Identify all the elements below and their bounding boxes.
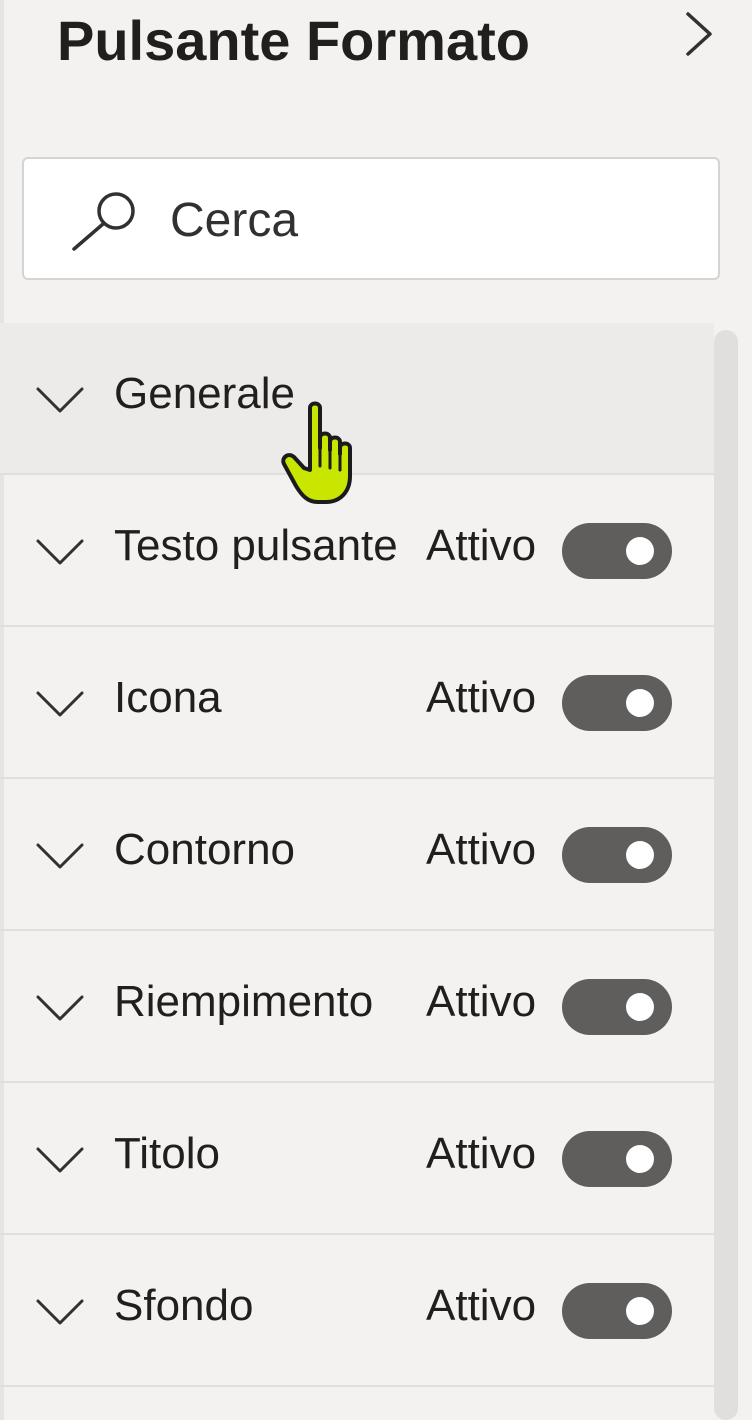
chevron-down-icon[interactable]: [34, 991, 86, 1025]
section-riempimento[interactable]: Riempimento Attivo: [0, 931, 714, 1083]
chevron-down-icon[interactable]: [34, 1295, 86, 1329]
toggle-state-label: Attivo: [426, 977, 537, 1026]
section-generale[interactable]: Generale: [0, 323, 714, 475]
toggle-knob: [626, 537, 654, 565]
toggle-switch[interactable]: [562, 979, 672, 1035]
chevron-down-icon[interactable]: [34, 839, 86, 873]
chevron-down-icon[interactable]: [34, 535, 86, 569]
pane-title: Pulsante Formato: [57, 9, 530, 72]
toggle-state-label: Attivo: [426, 673, 537, 722]
section-sfondo[interactable]: Sfondo Attivo: [0, 1235, 714, 1387]
toggle-switch[interactable]: [562, 827, 672, 883]
section-titolo[interactable]: Titolo Attivo: [0, 1083, 714, 1235]
format-pane: Pulsante Formato Generale Testo: [0, 0, 752, 1420]
chevron-down-icon[interactable]: [34, 383, 86, 417]
section-label: Sfondo: [114, 1281, 254, 1330]
toggle-knob: [626, 1145, 654, 1173]
section-label: Titolo: [114, 1129, 220, 1178]
toggle-knob: [626, 993, 654, 1021]
format-sections-list: Generale Testo pulsante Attivo Icona Att…: [0, 323, 714, 1420]
toggle-knob: [626, 841, 654, 869]
chevron-right-icon[interactable]: [680, 10, 724, 58]
section-label: Generale: [114, 369, 296, 418]
section-icona[interactable]: Icona Attivo: [0, 627, 714, 779]
pane-header: Pulsante Formato: [0, 0, 752, 100]
toggle-state-label: Attivo: [426, 1129, 537, 1178]
toggle-switch[interactable]: [562, 675, 672, 731]
toggle-state-label: Attivo: [426, 1281, 537, 1330]
toggle-state-label: Attivo: [426, 825, 537, 874]
section-label: Contorno: [114, 825, 296, 874]
toggle-switch[interactable]: [562, 1131, 672, 1187]
search-box[interactable]: [22, 157, 720, 280]
search-input[interactable]: [170, 185, 690, 255]
search-icon: [70, 189, 140, 253]
toggle-state-label: Attivo: [426, 521, 537, 570]
toggle-switch[interactable]: [562, 523, 672, 579]
section-label: Riempimento: [114, 977, 374, 1026]
section-contorno[interactable]: Contorno Attivo: [0, 779, 714, 931]
scrollbar-thumb[interactable]: [714, 330, 738, 1420]
chevron-down-icon[interactable]: [34, 1143, 86, 1177]
toggle-knob: [626, 1297, 654, 1325]
toggle-knob: [626, 689, 654, 717]
section-label: Icona: [114, 673, 222, 722]
toggle-switch[interactable]: [562, 1283, 672, 1339]
chevron-down-icon[interactable]: [34, 687, 86, 721]
section-testo-pulsante[interactable]: Testo pulsante Attivo: [0, 475, 714, 627]
section-label: Testo pulsante: [114, 521, 398, 570]
